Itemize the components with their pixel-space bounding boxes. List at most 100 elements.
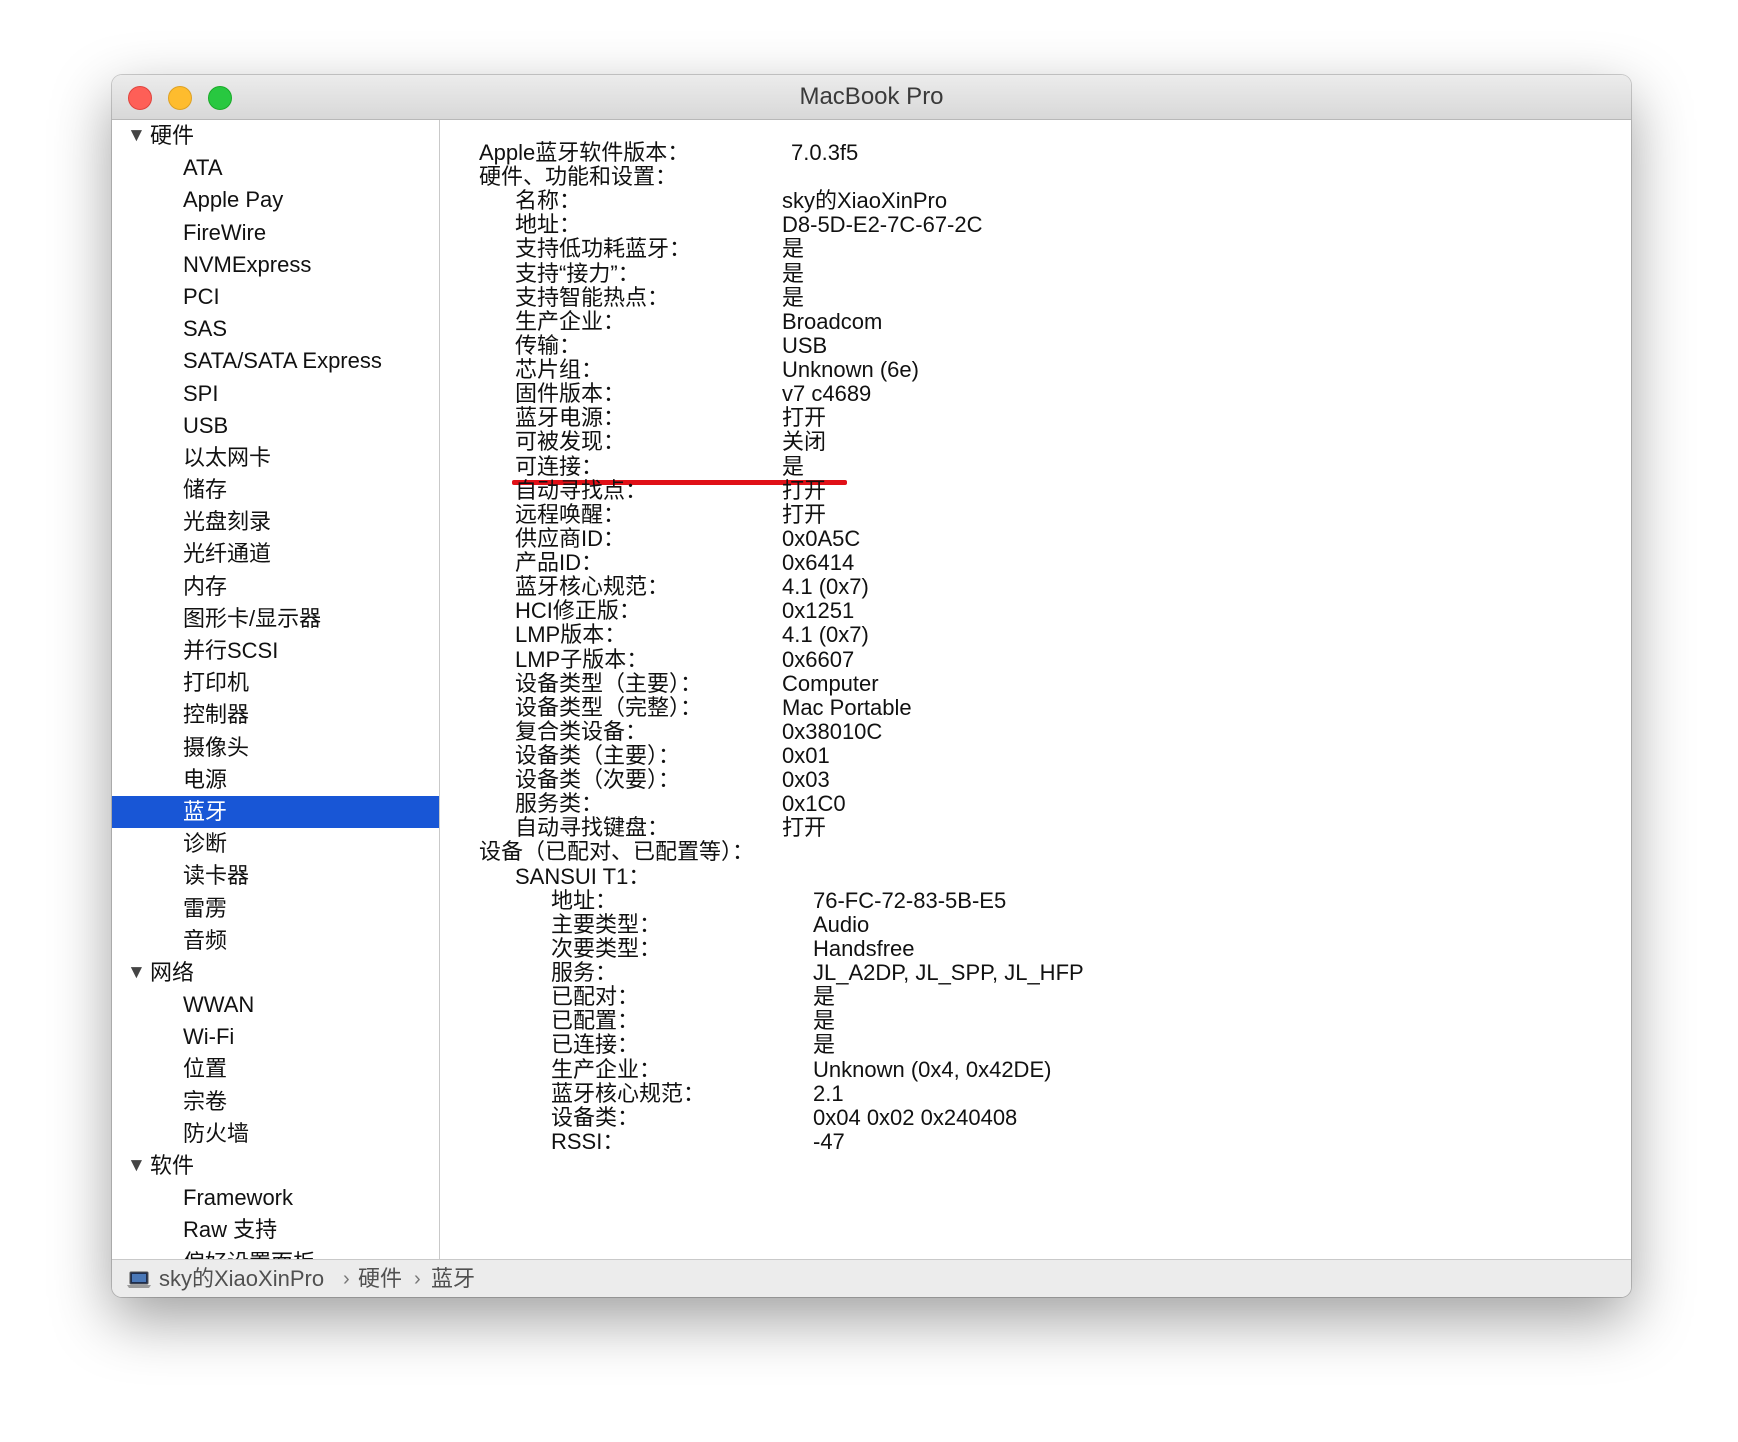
detail-value: 0x6414 (782, 550, 855, 576)
detail-row: 已配对： 是 (551, 984, 1451, 1010)
detail-row: 服务类： 0x1C0 (515, 791, 1415, 817)
detail-row: 支持智能热点： 是 (515, 285, 1415, 311)
sidebar-item[interactable]: 控制器 (112, 699, 439, 731)
sidebar-item[interactable]: 打印机 (112, 667, 439, 699)
sidebar-item[interactable]: 宗卷 (112, 1086, 439, 1118)
sidebar-item[interactable]: 光盘刻录 (112, 506, 439, 538)
detail-key: 可被发现： (515, 429, 626, 455)
detail-key: 生产企业： (515, 308, 626, 334)
sidebar-item[interactable]: 电源 (112, 764, 439, 796)
sidebar-item-label: 宗卷 (183, 1088, 228, 1114)
sidebar[interactable]: ▼ 硬件 ATA Apple Pay FireWire NVMExpress PCI SAS S… (112, 120, 440, 1259)
sidebar-item[interactable]: 以太网卡 (112, 442, 439, 474)
sidebar-item-label: 打印机 (183, 670, 250, 696)
sidebar-item-label: 诊断 (183, 831, 228, 857)
detail-value: 是 (813, 1032, 836, 1058)
sidebar-item[interactable]: PCI (112, 281, 439, 313)
sidebar-item-label: 电源 (183, 766, 228, 792)
detail-key: 设备类： (551, 1104, 640, 1130)
sidebar-item[interactable]: 读卡器 (112, 860, 439, 892)
detail-value: Audio (813, 911, 870, 937)
detail-row: Apple蓝牙软件版本： 7.0.3f5 (479, 140, 1379, 166)
detail-key: 蓝牙电源： (515, 405, 626, 431)
sidebar-item[interactable]: 并行SCSI (112, 635, 439, 667)
sidebar-item[interactable]: 诊断 (112, 828, 439, 860)
breadcrumb-item[interactable]: sky的XiaoXinPro (159, 1260, 324, 1297)
sidebar-item[interactable]: 防火墙 (112, 1118, 439, 1150)
sidebar-item[interactable]: Apple Pay (112, 184, 439, 216)
system-information-window: MacBook Pro ▼ 硬件 ATA Apple Pay FireWire NVMEx… (112, 75, 1631, 1297)
sidebar-item-label: 硬件 (150, 123, 195, 148)
detail-row: 设备类型（完整）： Mac Portable (515, 695, 1415, 721)
sidebar-section[interactable]: ▼ 软件 (112, 1150, 439, 1182)
detail-row: 传输： USB (515, 333, 1415, 359)
detail-key: 蓝牙核心规范： (515, 574, 670, 600)
detail-key: 次要类型： (551, 935, 662, 961)
detail-value: 0x1251 (782, 598, 855, 624)
sidebar-item[interactable]: SPI (112, 378, 439, 410)
sidebar-item[interactable]: 偏好设置面板 (112, 1247, 439, 1259)
sidebar-item[interactable]: 摄像头 (112, 732, 439, 764)
detail-pane[interactable]: Apple蓝牙软件版本： 7.0.3f5 硬件、功能和设置： 名称： sky的XiaoX… (440, 120, 1631, 1259)
detail-row: 支持“接力”： 是 (515, 261, 1415, 287)
sidebar-item-label: 并行SCSI (183, 638, 279, 663)
sidebar-item[interactable]: SAS (112, 313, 439, 345)
detail-value: 0x38010C (782, 718, 883, 744)
detail-row: 硬件、功能和设置： (479, 164, 1379, 190)
sidebar-item[interactable]: 雷雳 (112, 893, 439, 925)
disclosure-triangle-icon[interactable]: ▼ (127, 1150, 146, 1182)
sidebar-item-label: 偏好设置面板 (183, 1247, 315, 1259)
detail-row: 设备类（次要）： 0x03 (515, 767, 1415, 793)
title-bar[interactable]: MacBook Pro (112, 75, 1631, 120)
detail-value: 打开 (782, 405, 827, 431)
sidebar-item[interactable]: Framework (112, 1182, 439, 1214)
sidebar-item[interactable]: SATA/SATA Express (112, 345, 439, 377)
sidebar-item[interactable]: 内存 (112, 571, 439, 603)
sidebar-item[interactable]: Wi-Fi (112, 1021, 439, 1053)
sidebar-section[interactable]: ▼ 网络 (112, 957, 439, 989)
disclosure-triangle-icon[interactable]: ▼ (127, 957, 146, 989)
detail-key: 设备（已配对、已配置等）： (479, 839, 755, 865)
sidebar-item-label: 网络 (150, 959, 195, 985)
sidebar-item[interactable]: 蓝牙 (112, 795, 439, 829)
detail-key: 名称： (515, 188, 582, 214)
sidebar-item[interactable]: 储存 (112, 474, 439, 506)
sidebar-item-label: 防火墙 (183, 1120, 250, 1146)
sidebar-item[interactable]: WWAN (112, 989, 439, 1021)
disclosure-triangle-icon[interactable]: ▼ (127, 120, 146, 152)
detail-row: 已连接： 是 (551, 1032, 1451, 1058)
detail-key: 支持低功耗蓝牙： (515, 236, 692, 262)
sidebar-item-label: WWAN (183, 992, 255, 1018)
sidebar-item[interactable]: ATA (112, 152, 439, 184)
breadcrumb-separator-icon: › (343, 1268, 350, 1290)
detail-value: 是 (782, 260, 805, 286)
detail-key: SANSUI T1： (515, 863, 651, 889)
detail-value: Computer (782, 670, 879, 696)
window-title: MacBook Pro (799, 83, 944, 110)
detail-row: 已配置： 是 (551, 1008, 1451, 1034)
detail-row: 复合类设备： 0x38010C (515, 719, 1415, 745)
breadcrumb-item[interactable]: 蓝牙 (431, 1260, 475, 1297)
detail-row: 设备类： 0x04 0x02 0x240408 (551, 1105, 1451, 1131)
sidebar-item[interactable]: FireWire (112, 217, 439, 249)
sidebar-item-label: 内存 (183, 573, 228, 599)
detail-value: Mac Portable (782, 694, 912, 720)
detail-key: 供应商ID： (515, 525, 626, 551)
detail-value: 打开 (782, 477, 827, 503)
detail-row: 芯片组： Unknown (6e) (515, 357, 1415, 383)
breadcrumb-item[interactable]: 硬件 (358, 1260, 402, 1297)
path-bar: sky的XiaoXinPro › 硬件 › 蓝牙 (112, 1259, 1631, 1297)
sidebar-item[interactable]: NVMExpress (112, 249, 439, 281)
sidebar-item[interactable]: 图形卡/显示器 (112, 603, 439, 635)
detail-row: SANSUI T1： (515, 864, 1415, 890)
detail-row: 自动寻找键盘： 打开 (515, 815, 1415, 841)
sidebar-item[interactable]: 光纤通道 (112, 538, 439, 570)
detail-key: 地址： (551, 887, 618, 913)
sidebar-item[interactable]: USB (112, 410, 439, 442)
detail-key: 传输： (515, 332, 582, 358)
sidebar-item[interactable]: 音频 (112, 925, 439, 957)
sidebar-item[interactable]: 位置 (112, 1053, 439, 1085)
sidebar-item[interactable]: Raw 支持 (112, 1214, 439, 1246)
sidebar-section[interactable]: ▼ 硬件 (112, 120, 439, 152)
detail-key: 设备类型（主要）： (515, 670, 703, 696)
